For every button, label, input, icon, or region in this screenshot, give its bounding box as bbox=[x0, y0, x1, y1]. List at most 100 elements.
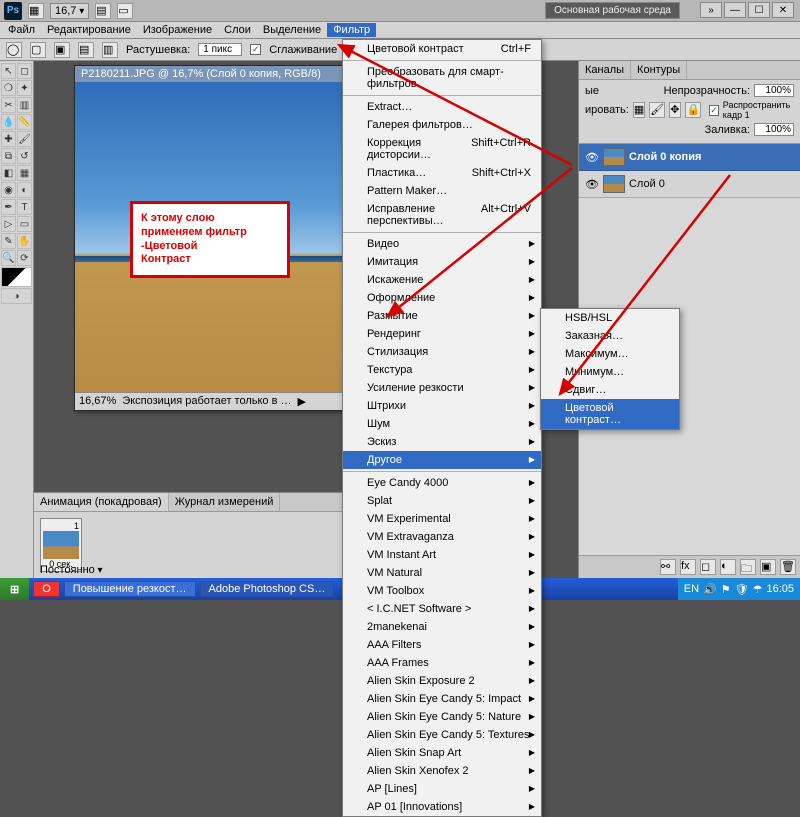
tool-preset-icon[interactable]: ▦ bbox=[28, 3, 44, 19]
tray-clock[interactable]: 16:05 bbox=[766, 583, 794, 595]
menu-plugin[interactable]: Alien Skin Eye Candy 5: Nature bbox=[343, 708, 541, 726]
fill-input[interactable]: 100% bbox=[754, 123, 794, 136]
tab-measurement-log[interactable]: Журнал измерений bbox=[169, 493, 281, 511]
menu-group-other[interactable]: Другое bbox=[343, 451, 541, 469]
brush-tool-icon[interactable]: 🖌 bbox=[17, 131, 32, 147]
menu-plugin[interactable]: VM Experimental bbox=[343, 510, 541, 528]
menu-convert-smart[interactable]: Преобразовать для смарт-фильтров bbox=[343, 63, 541, 93]
menu-layer[interactable]: Слои bbox=[218, 23, 257, 37]
document-title-bar[interactable]: P2180211.JPG @ 16,7% (Слой 0 копия, RGB/… bbox=[75, 66, 363, 82]
shape-tool-icon[interactable]: ▭ bbox=[17, 216, 32, 232]
menu-extract[interactable]: Extract… bbox=[343, 98, 541, 116]
tab-paths[interactable]: Контуры bbox=[631, 61, 687, 79]
menu-pattern-maker[interactable]: Pattern Maker… bbox=[343, 182, 541, 200]
taskbar-item-active[interactable]: Adobe Photoshop CS… bbox=[200, 581, 335, 597]
tray-icon[interactable]: 🔊 bbox=[703, 583, 717, 596]
menu-edit[interactable]: Редактирование bbox=[41, 23, 137, 37]
path-tool-icon[interactable]: ▷ bbox=[1, 216, 16, 232]
submenu-custom[interactable]: Заказная… bbox=[541, 327, 679, 345]
new-layer-icon[interactable]: ▣ bbox=[760, 559, 776, 575]
layer-row[interactable]: 👁 Слой 0 bbox=[579, 171, 800, 198]
lock-pixels-icon[interactable]: 🖌 bbox=[649, 102, 665, 118]
menu-group-texture[interactable]: Текстура bbox=[343, 361, 541, 379]
link-layers-icon[interactable]: ⚯ bbox=[660, 559, 676, 575]
submenu-offset[interactable]: Сдвиг… bbox=[541, 381, 679, 399]
visibility-icon[interactable]: 👁 bbox=[585, 178, 599, 191]
menu-filter[interactable]: Фильтр bbox=[327, 23, 376, 37]
move-tool-icon[interactable]: ↖ bbox=[1, 63, 16, 79]
layer-name[interactable]: Слой 0 копия bbox=[629, 151, 701, 163]
menu-group-brushstrokes[interactable]: Штрихи bbox=[343, 397, 541, 415]
menu-group-artistic[interactable]: Имитация bbox=[343, 253, 541, 271]
rotate-view-icon[interactable]: ⟳ bbox=[17, 250, 32, 266]
zoom-tool-icon[interactable]: 🔍 bbox=[1, 250, 16, 266]
heal-tool-icon[interactable]: ✚ bbox=[1, 131, 16, 147]
view-extras-icon[interactable]: ▤ bbox=[95, 3, 111, 19]
menu-plugin[interactable]: 2manekenai bbox=[343, 618, 541, 636]
menu-plugin[interactable]: Splat bbox=[343, 492, 541, 510]
antialias-checkbox[interactable]: ✓ bbox=[250, 44, 261, 55]
menu-plugin[interactable]: AAA Filters bbox=[343, 636, 541, 654]
menu-plugin[interactable]: Alien Skin Exposure 2 bbox=[343, 672, 541, 690]
menu-group-pixelate[interactable]: Оформление bbox=[343, 289, 541, 307]
submenu-minimum[interactable]: Минимум… bbox=[541, 363, 679, 381]
selection-intersect-icon[interactable]: ▥ bbox=[102, 42, 118, 58]
lock-transparent-icon[interactable]: ▦ bbox=[633, 102, 645, 118]
propagate-checkbox[interactable]: ✓ bbox=[709, 105, 719, 116]
arrange-icon[interactable]: » bbox=[700, 2, 722, 18]
layer-style-icon[interactable]: fx bbox=[680, 559, 696, 575]
menu-plugin[interactable]: Alien Skin Xenofex 2 bbox=[343, 762, 541, 780]
blur-tool-icon[interactable]: ◉ bbox=[1, 182, 16, 198]
menu-plugin[interactable]: Alien Skin Snap Art bbox=[343, 744, 541, 762]
history-brush-icon[interactable]: ↺ bbox=[17, 148, 32, 164]
pen-tool-icon[interactable]: ✒ bbox=[1, 199, 16, 215]
color-swatch-icon[interactable] bbox=[1, 267, 32, 287]
menu-plugin[interactable]: Alien Skin Eye Candy 5: Textures bbox=[343, 726, 541, 744]
lock-all-icon[interactable]: 🔒 bbox=[685, 102, 701, 118]
selection-new-icon[interactable]: ▢ bbox=[30, 42, 46, 58]
lasso-preset-icon[interactable]: ◯ bbox=[6, 42, 22, 58]
menu-vanishing-point[interactable]: Исправление перспективы…Alt+Ctrl+V bbox=[343, 200, 541, 230]
submenu-maximum[interactable]: Максимум… bbox=[541, 345, 679, 363]
menu-plugin[interactable]: AP 01 [Innovations] bbox=[343, 798, 541, 816]
quickmask-icon[interactable]: ◑ bbox=[1, 288, 32, 304]
menu-group-video[interactable]: Видео bbox=[343, 235, 541, 253]
hand-tool-icon[interactable]: ✋ bbox=[17, 233, 32, 249]
eraser-tool-icon[interactable]: ◧ bbox=[1, 165, 16, 181]
lasso-tool-icon[interactable]: ❍ bbox=[1, 80, 16, 96]
menu-group-render[interactable]: Рендеринг bbox=[343, 325, 541, 343]
layers-tab-trunc[interactable]: ые bbox=[585, 85, 599, 97]
menu-image[interactable]: Изображение bbox=[137, 23, 218, 37]
screen-mode-icon[interactable]: ▭ bbox=[117, 3, 133, 19]
menu-liquify[interactable]: Пластика…Shift+Ctrl+X bbox=[343, 164, 541, 182]
notes-tool-icon[interactable]: ✎ bbox=[1, 233, 16, 249]
layer-name[interactable]: Слой 0 bbox=[629, 178, 665, 190]
tray-icon[interactable]: ⚑ bbox=[721, 583, 731, 596]
submenu-hsb[interactable]: HSB/HSL bbox=[541, 309, 679, 327]
visibility-icon[interactable]: 👁 bbox=[585, 151, 599, 164]
document-zoom[interactable]: 16,67% bbox=[79, 395, 116, 408]
maximize-icon[interactable]: ☐ bbox=[748, 2, 770, 18]
menu-file[interactable]: Файл bbox=[2, 23, 41, 37]
menu-select[interactable]: Выделение bbox=[257, 23, 327, 37]
lock-position-icon[interactable]: ✥ bbox=[669, 102, 681, 118]
crop-tool-icon[interactable]: ✂ bbox=[1, 97, 16, 113]
tab-animation[interactable]: Анимация (покадровая) bbox=[34, 493, 169, 511]
workspace-switcher[interactable]: Основная рабочая среда bbox=[545, 2, 680, 19]
layer-row-selected[interactable]: 👁 Слой 0 копия bbox=[579, 144, 800, 171]
tab-channels[interactable]: Каналы bbox=[579, 61, 631, 79]
new-group-icon[interactable]: 🗀 bbox=[740, 559, 756, 575]
chevron-right-icon[interactable]: ▶ bbox=[298, 395, 306, 408]
type-tool-icon[interactable]: T bbox=[17, 199, 32, 215]
menu-group-blur[interactable]: Размытие bbox=[343, 307, 541, 325]
zoom-combo[interactable]: 16,7 ▾ bbox=[50, 3, 89, 19]
language-indicator[interactable]: EN bbox=[684, 583, 699, 595]
menu-group-distort[interactable]: Искажение bbox=[343, 271, 541, 289]
menu-plugin[interactable]: VM Natural bbox=[343, 564, 541, 582]
loop-selector[interactable]: Постоянно ▾ bbox=[40, 564, 103, 576]
submenu-highpass[interactable]: Цветовой контраст… bbox=[541, 399, 679, 429]
wand-tool-icon[interactable]: ✦ bbox=[17, 80, 32, 96]
slice-tool-icon[interactable]: ▥ bbox=[17, 97, 32, 113]
dodge-tool-icon[interactable]: ◐ bbox=[17, 182, 32, 198]
menu-plugin[interactable]: VM Toolbox bbox=[343, 582, 541, 600]
